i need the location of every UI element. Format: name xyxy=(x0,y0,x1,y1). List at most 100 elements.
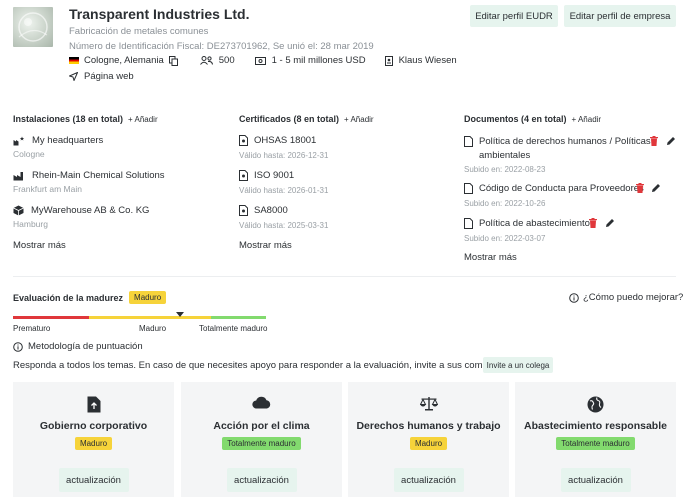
company-meta-row: Cologne, Alemania 500 1 - 5 mil millones… xyxy=(69,55,457,66)
delete-icon[interactable] xyxy=(650,136,658,146)
germany-flag-icon xyxy=(69,57,79,64)
delete-icon[interactable] xyxy=(636,183,644,193)
document-item[interactable]: Política de abastecimiento Subido en: 20… xyxy=(464,218,679,243)
company-revenue: 1 - 5 mil millones USD xyxy=(271,55,366,66)
topic-badge: Maduro xyxy=(74,437,113,450)
installation-item[interactable]: MyWarehouse AB & Co. KG Hamburg xyxy=(13,205,149,229)
topic-title: Gobierno corporativo xyxy=(39,420,148,432)
document-item[interactable]: Código de Conducta para Proveedores Subi… xyxy=(464,183,679,208)
certificate-item[interactable]: OHSAS 18001 Válido hasta: 2026-12-31 xyxy=(239,135,328,160)
navigation-arrow-icon xyxy=(69,72,78,81)
globe-icon xyxy=(515,396,676,413)
maturity-bar-red xyxy=(13,316,89,319)
topic-badge: Totalmente maduro xyxy=(556,437,635,450)
certificates-add-button[interactable]: + Añadir xyxy=(344,115,374,124)
company-fiscal-line: Número de Identificación Fiscal: DE27370… xyxy=(69,41,374,52)
installation-item[interactable]: My headquarters Cologne xyxy=(13,135,103,159)
maturity-bar-yellow xyxy=(89,316,211,319)
certificate-valid-until: Válido hasta: 2026-01-31 xyxy=(239,186,329,195)
scale-label-fully-mature: Totalmente maduro xyxy=(199,324,268,333)
certificate-valid-until: Válido hasta: 2026-12-31 xyxy=(239,151,329,160)
topic-title: Abastecimiento responsable xyxy=(524,420,667,432)
maturity-bar xyxy=(13,316,266,319)
website-link[interactable]: Página web xyxy=(69,71,134,82)
installations-add-button[interactable]: + Añadir xyxy=(128,115,158,124)
invite-colleague-button[interactable]: Invite a un colega xyxy=(483,357,553,373)
edit-company-profile-button[interactable]: Editar perfil de empresa xyxy=(564,5,676,27)
scoring-methodology-label: Metodología de puntuación xyxy=(28,341,143,352)
documents-show-more[interactable]: Mostrar más xyxy=(464,252,517,263)
document-title-line1: Política de derechos humanos / Políticas xyxy=(479,136,651,147)
edit-pencil-icon[interactable] xyxy=(605,218,615,228)
certificates-title: Certificados (8 en total) xyxy=(239,114,340,124)
topic-update-button[interactable]: actualización xyxy=(58,468,129,492)
documents-section: Documentos (4 en total) + Añadir xyxy=(464,114,601,124)
edit-pencil-icon[interactable] xyxy=(666,136,676,146)
topic-card-responsible-sourcing[interactable]: Abastecimiento responsable Totalmente ma… xyxy=(515,382,676,497)
scoring-methodology-link[interactable]: Metodología de puntuación xyxy=(13,341,143,352)
contact-card-icon xyxy=(384,55,393,66)
installation-name: My headquarters xyxy=(32,135,104,146)
documents-add-button[interactable]: + Añadir xyxy=(572,115,602,124)
edit-pencil-icon[interactable] xyxy=(651,183,661,193)
topic-update-button[interactable]: actualización xyxy=(226,468,297,492)
topic-update-button[interactable]: actualización xyxy=(560,468,631,492)
company-employees: 500 xyxy=(218,55,235,66)
document-upload-date: Subido en: 2022-03-07 xyxy=(464,234,546,243)
installations-show-more[interactable]: Mostrar más xyxy=(13,240,66,251)
maturity-level-marker xyxy=(175,312,184,317)
topic-title: Acción por el clima xyxy=(213,420,310,432)
installation-name: Rhein-Main Chemical Solutions xyxy=(32,170,165,181)
edit-eudr-profile-button[interactable]: Editar perfil EUDR xyxy=(470,5,558,27)
document-title-line1: Política de abastecimiento xyxy=(479,218,590,229)
document-upload-date: Subido en: 2022-10-26 xyxy=(464,199,546,208)
maturity-badge: Maduro xyxy=(129,291,167,304)
document-icon xyxy=(464,136,473,147)
certificate-name: ISO 9001 xyxy=(254,170,295,181)
info-icon xyxy=(569,292,579,303)
topic-card-governance[interactable]: Gobierno corporativo Maduro actualizació… xyxy=(13,382,174,497)
certificate-item[interactable]: SA8000 Válido hasta: 2025-03-31 xyxy=(239,205,328,230)
document-title-line1: Código de Conducta para Proveedores xyxy=(479,183,644,194)
topic-title: Derechos humanos y trabajo xyxy=(356,420,501,432)
documents-title: Documentos (4 en total) xyxy=(464,114,567,124)
website-label: Página web xyxy=(84,71,134,82)
employees-icon xyxy=(199,56,213,65)
warehouse-box-icon xyxy=(13,205,24,216)
certificate-item[interactable]: ISO 9001 Válido hasta: 2026-01-31 xyxy=(239,170,328,195)
installations-title: Instalaciones (18 en total) xyxy=(13,114,124,124)
section-divider xyxy=(13,276,676,277)
factory-star-icon xyxy=(13,136,25,146)
delete-icon[interactable] xyxy=(589,218,597,228)
certificate-valid-until: Válido hasta: 2025-03-31 xyxy=(239,221,329,230)
certificate-name: OHSAS 18001 xyxy=(254,135,317,146)
certificates-show-more[interactable]: Mostrar más xyxy=(239,240,292,251)
maturity-title: Evaluación de la madurez xyxy=(13,292,124,303)
improve-help-link[interactable]: ¿Cómo puedo mejorar? xyxy=(569,292,683,303)
document-item[interactable]: Política de derechos humanos / Políticas… xyxy=(464,135,679,174)
installation-city: Cologne xyxy=(13,149,45,159)
maturity-header: Evaluación de la madurez Maduro xyxy=(13,291,167,304)
topic-badge: Totalmente maduro xyxy=(222,437,301,450)
topic-update-button[interactable]: actualización xyxy=(393,468,464,492)
certificate-file-icon xyxy=(239,135,248,146)
copy-icon[interactable] xyxy=(168,55,178,66)
cloud-icon xyxy=(181,396,342,409)
assessment-instruction: Responda a todos los temas. En caso de q… xyxy=(13,360,520,371)
scales-icon xyxy=(348,396,509,411)
installation-city: Hamburg xyxy=(13,219,48,229)
certificates-section: Certificados (8 en total) + Añadir xyxy=(239,114,374,124)
topic-card-human-rights[interactable]: Derechos humanos y trabajo Maduro actual… xyxy=(348,382,509,497)
installation-item[interactable]: Rhein-Main Chemical Solutions Frankfurt … xyxy=(13,170,165,194)
installation-name: MyWarehouse AB & Co. KG xyxy=(31,205,150,216)
certificate-name: SA8000 xyxy=(254,205,288,216)
scale-label-premature: Prematuro xyxy=(13,324,51,333)
revenue-icon xyxy=(254,56,266,65)
company-name: Transparent Industries Ltd. xyxy=(69,6,250,22)
maturity-bar-green xyxy=(211,316,266,319)
installation-city: Frankfurt am Main xyxy=(13,184,82,194)
company-location: Cologne, Alemania xyxy=(84,55,164,66)
installations-section: Instalaciones (18 en total) + Añadir xyxy=(13,114,228,124)
topic-card-climate[interactable]: Acción por el clima Totalmente maduro ac… xyxy=(181,382,342,497)
document-icon xyxy=(464,218,473,229)
